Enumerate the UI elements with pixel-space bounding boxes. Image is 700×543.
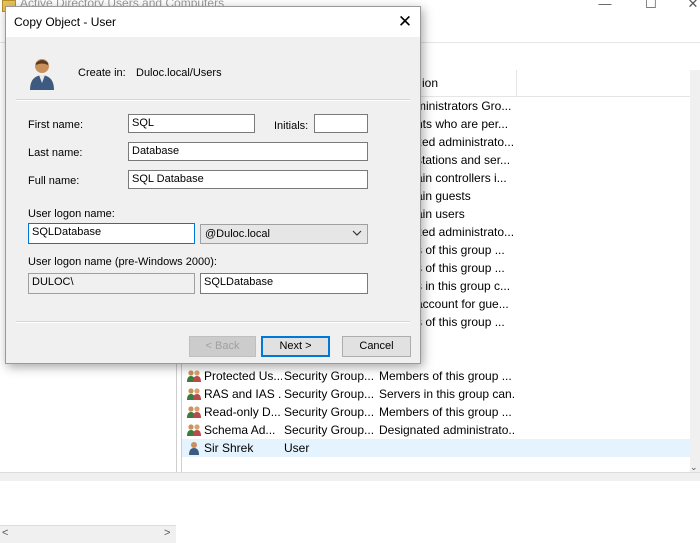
first-name-field[interactable]: SQL xyxy=(128,114,255,133)
row-description: Servers in this group can... xyxy=(379,387,514,401)
last-name-label: Last name: xyxy=(28,147,83,159)
row-name: RAS and IAS ... xyxy=(204,387,282,401)
tree-horizontal-scrollbar[interactable]: < > xyxy=(0,525,176,543)
back-button[interactable]: < Back xyxy=(189,336,256,357)
next-button[interactable]: Next > xyxy=(261,336,330,357)
row-type: Security Group... xyxy=(284,423,375,437)
table-row[interactable]: Read-only D... Security Group... Members o… xyxy=(182,403,700,421)
separator xyxy=(16,321,410,323)
last-name-field[interactable]: Database xyxy=(128,142,368,161)
group-icon xyxy=(186,423,202,437)
create-in-label: Create in: xyxy=(78,67,126,79)
logon-name-field[interactable]: SQLDatabase xyxy=(28,223,195,244)
row-name: Schema Ad... xyxy=(204,423,276,437)
row-type: Security Group... xyxy=(284,405,375,419)
list-item-description: ain users xyxy=(416,207,465,221)
list-item-description: account for gue... xyxy=(416,297,509,311)
row-name: Read-only D... xyxy=(204,405,281,419)
full-name-field[interactable]: SQL Database xyxy=(128,170,368,189)
list-item-description: s in this group c... xyxy=(416,279,511,293)
list-item-description: s of this group ... xyxy=(416,243,505,257)
list-item-description: stations and ser... xyxy=(416,153,511,167)
row-name: Sir Shrek xyxy=(204,441,254,455)
cancel-button[interactable]: Cancel xyxy=(342,336,411,357)
row-description: Members of this group ... xyxy=(379,369,512,383)
column-header-description[interactable]: ion xyxy=(422,76,438,90)
scroll-left-icon[interactable]: < xyxy=(2,527,8,539)
group-icon xyxy=(186,369,202,383)
table-row[interactable]: RAS and IAS ... Security Group... Servers … xyxy=(182,385,700,403)
user-icon xyxy=(186,441,202,455)
group-icon xyxy=(186,387,202,401)
table-row[interactable]: Protected Us... Security Group... Members … xyxy=(182,367,700,385)
full-name-label: Full name: xyxy=(28,175,80,187)
row-type: Security Group... xyxy=(284,387,375,401)
pre2000-domain-field: DULOC\ xyxy=(28,273,195,294)
minimize-icon[interactable]: — xyxy=(590,0,620,14)
row-type: Security Group... xyxy=(284,369,375,383)
list-item-description: zed administrato... xyxy=(416,225,515,239)
pre2000-logon-field[interactable]: SQLDatabase xyxy=(200,273,368,294)
chevron-down-icon xyxy=(351,226,363,243)
list-item-description: ain controllers i... xyxy=(416,171,507,185)
scroll-right-icon[interactable]: > xyxy=(164,527,170,539)
user-icon xyxy=(30,59,54,90)
table-row[interactable]: Sir Shrek User xyxy=(182,439,700,457)
group-icon xyxy=(186,405,202,419)
dialog-title-bar: Copy Object - User ✕ xyxy=(6,7,420,37)
list-item-description: nts who are per... xyxy=(416,117,509,131)
dialog-title: Copy Object - User xyxy=(14,15,117,29)
initials-field[interactable] xyxy=(314,114,368,133)
maximize-icon[interactable]: ☐ xyxy=(636,0,666,14)
pre2000-label: User logon name (pre-Windows 2000): xyxy=(28,256,217,268)
list-item-description: s of this group ... xyxy=(416,315,505,329)
dialog-close-icon[interactable]: ✕ xyxy=(394,11,416,33)
row-description: Designated administrato... xyxy=(379,423,514,437)
separator xyxy=(16,99,410,101)
domain-suffix-dropdown[interactable]: @Duloc.local xyxy=(200,224,368,244)
column-divider[interactable] xyxy=(516,70,517,96)
list-item-description: s of this group ... xyxy=(416,261,505,275)
window-close-icon[interactable]: ✕ xyxy=(678,0,700,14)
list-item-description: zed administrato... xyxy=(416,135,515,149)
domain-suffix-value: @Duloc.local xyxy=(205,228,270,240)
table-row[interactable]: Schema Ad... Security Group... Designated … xyxy=(182,421,700,439)
row-description: Members of this group ... xyxy=(379,405,512,419)
list-item-description: ministrators Gro... xyxy=(416,99,512,113)
create-in-value: Duloc.local/Users xyxy=(136,67,222,79)
row-name: Protected Us... xyxy=(204,369,282,383)
initials-label: Initials: xyxy=(274,120,309,132)
copy-object-user-dialog: Copy Object - User ✕ Create in: Duloc.lo… xyxy=(5,6,421,364)
list-item-description: ain guests xyxy=(416,189,471,203)
first-name-label: First name: xyxy=(28,119,84,131)
row-type: User xyxy=(284,441,310,455)
logon-name-label: User logon name: xyxy=(28,208,115,220)
list-vertical-scrollbar[interactable]: ⌄ xyxy=(690,70,700,472)
